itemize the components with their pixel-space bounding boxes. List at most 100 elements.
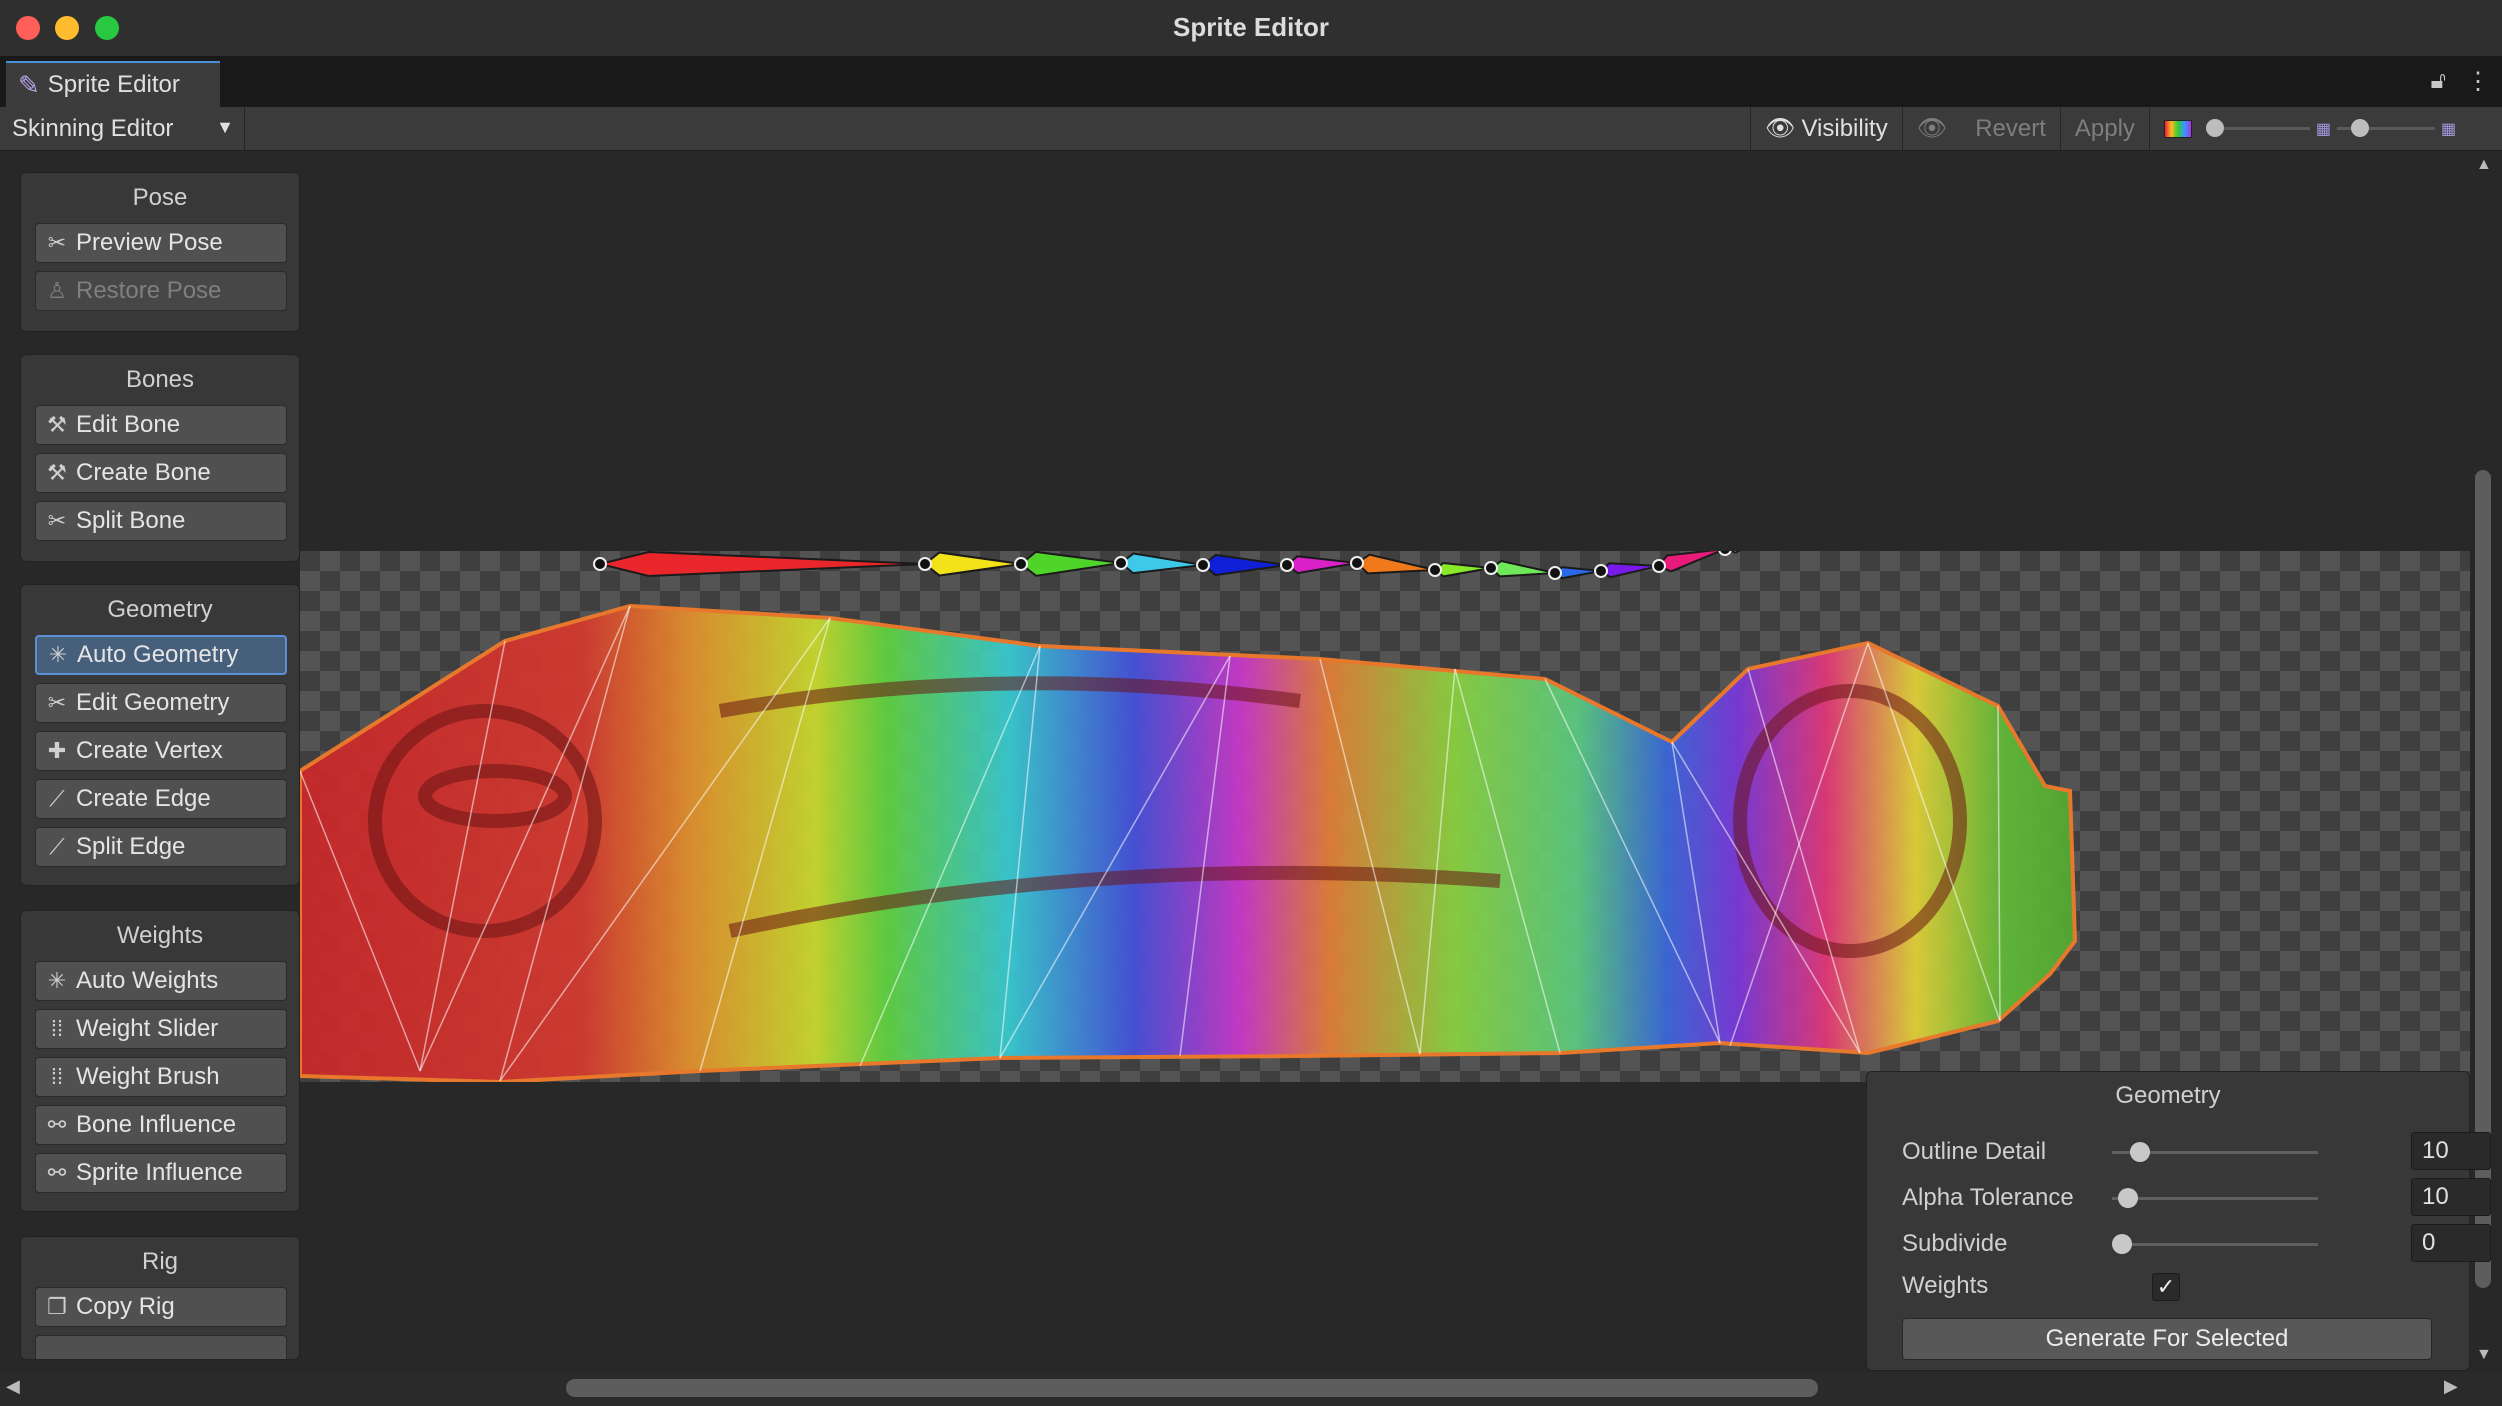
visibility-toggle-button[interactable]: 👁︎ <box>1901 107 1961 150</box>
bone-joint[interactable] <box>1014 557 1028 571</box>
eye-icon: 👁︎ <box>1916 115 1948 142</box>
bone-joint[interactable] <box>1428 563 1442 577</box>
sprite-influence-button[interactable]: ⚯ Sprite Influence <box>35 1153 287 1193</box>
tab-actions: 🔓︎ ⋮ <box>2430 67 2490 96</box>
split-edge-button[interactable]: ⟋ Split Edge <box>35 827 287 867</box>
edit-bone-icon: ⚒ <box>47 412 67 437</box>
panel-title: Rig <box>141 1248 178 1275</box>
visibility-button[interactable]: 👁︎ Visibility <box>1750 107 1902 150</box>
auto-geometry-button[interactable]: ✳ Auto Geometry <box>35 635 287 675</box>
checkmark-icon: ✓ <box>2156 1274 2176 1299</box>
bone-joint[interactable] <box>918 557 932 571</box>
split-edge-icon: ⟋ <box>49 834 65 859</box>
checkerboard-icon: ▦ <box>2315 120 2332 138</box>
alpha-tolerance-slider[interactable] <box>2112 1178 2318 1218</box>
subdivide-field[interactable] <box>2411 1224 2491 1262</box>
outline-detail-slider[interactable] <box>2112 1132 2318 1172</box>
color-mode-button[interactable] <box>2148 107 2206 150</box>
window-title: Sprite Editor <box>1172 12 1329 42</box>
panel-title: Weights <box>116 922 204 949</box>
weights-label: Weights <box>1902 1272 1989 1299</box>
bone-joint[interactable] <box>1652 559 1666 573</box>
panel-title: Bones <box>125 366 195 393</box>
bone-joint[interactable] <box>593 557 607 571</box>
mode-dropdown[interactable]: Skinning Editor ▼ <box>0 107 245 150</box>
bone-joint[interactable] <box>1196 558 1210 572</box>
panel-title: Geometry <box>107 596 213 623</box>
restore-pose-button[interactable]: ♙ Restore Pose <box>35 271 287 311</box>
split-bone-icon: ✂ <box>47 508 67 533</box>
bone-joint[interactable] <box>1484 561 1498 575</box>
bone-joint[interactable] <box>1280 558 1294 572</box>
edit-geometry-button[interactable]: ✂ Edit Geometry <box>35 683 287 723</box>
horizontal-scroll-thumb[interactable] <box>566 1379 1818 1397</box>
scroll-left-icon[interactable]: ◀ <box>6 1376 20 1397</box>
weight-slider-button[interactable]: ⁞⁞ Weight Slider <box>35 1009 287 1049</box>
bone-joint[interactable] <box>1718 551 1732 556</box>
color-swatch-icon <box>2163 119 2192 138</box>
copy-icon: ❐ <box>47 1294 67 1319</box>
geometry-settings-title: Geometry <box>2115 1082 2221 1109</box>
subdivide-label: Subdivide <box>1902 1230 2008 1257</box>
restore-pose-icon: ♙ <box>47 278 67 303</box>
scroll-up-icon[interactable]: ▲ <box>2476 156 2492 174</box>
weight-brush-icon: ⁞⁞ <box>50 1064 64 1089</box>
alpha-tolerance-field[interactable] <box>2411 1178 2491 1216</box>
weights-checkbox[interactable]: ✓ <box>2152 1273 2180 1301</box>
sprite-influence-icon: ⚯ <box>47 1160 67 1185</box>
more-options-icon[interactable]: ⋮ <box>2466 67 2490 96</box>
copy-rig-button[interactable]: ❐ Copy Rig <box>35 1287 287 1327</box>
scroll-right-icon[interactable]: ▶ <box>2444 1376 2458 1397</box>
sprite-editor-icon: ✎ <box>18 69 40 100</box>
split-bone-button[interactable]: ✂ Split Bone <box>35 501 287 541</box>
bone-influence-icon: ⚯ <box>47 1112 67 1137</box>
alpha-tolerance-row: Alpha Tolerance <box>1902 1178 2491 1218</box>
horizontal-scrollbar[interactable]: ◀ ▶ <box>0 1372 2502 1406</box>
bone-influence-button[interactable]: ⚯ Bone Influence <box>35 1105 287 1145</box>
create-bone-button[interactable]: ⚒ Create Bone <box>35 453 287 493</box>
edit-bone-button[interactable]: ⚒ Edit Bone <box>35 405 287 445</box>
generate-for-selected-button[interactable]: Generate For Selected <box>1902 1318 2432 1360</box>
create-vertex-icon: ✚ <box>47 738 67 763</box>
zoom-slider[interactable] <box>2331 107 2441 150</box>
auto-weights-icon: ✳ <box>47 968 67 993</box>
create-bone-icon: ⚒ <box>47 460 67 485</box>
brightness-slider[interactable] <box>2205 107 2316 150</box>
bone-joint[interactable] <box>1548 566 1562 580</box>
geometry-tools-panel: Geometry ✳ Auto Geometry ✂ Edit Geometry… <box>20 584 300 886</box>
outline-detail-label: Outline Detail <box>1902 1138 2047 1165</box>
subdivide-row: Subdivide <box>1902 1224 2491 1264</box>
tab-label: Sprite Editor <box>47 71 180 98</box>
outline-detail-field[interactable] <box>2411 1132 2491 1170</box>
weight-slider-icon: ⁞⁞ <box>50 1016 64 1041</box>
bone-joint[interactable] <box>1594 564 1608 578</box>
create-edge-icon: ⟋ <box>49 786 65 811</box>
paste-rig-button[interactable] <box>35 1335 287 1359</box>
mode-dropdown-label: Skinning Editor <box>12 114 174 142</box>
bone-joint[interactable] <box>1114 556 1128 570</box>
weight-brush-button[interactable]: ⁞⁞ Weight Brush <box>35 1057 287 1097</box>
apply-button[interactable]: Apply <box>2059 107 2149 150</box>
tab-sprite-editor[interactable]: ✎ Sprite Editor <box>6 61 220 107</box>
revert-button[interactable]: Revert <box>1961 107 2060 150</box>
create-edge-button[interactable]: ⟋ Create Edge <box>35 779 287 819</box>
weights-row: Weights ✓ <box>1902 1266 2442 1306</box>
scroll-down-icon[interactable]: ▼ <box>2476 1346 2492 1364</box>
toolbar-right: 👁︎ Visibility 👁︎ Revert Apply ▦ ▦ <box>1750 107 2456 150</box>
auto-geometry-icon: ✳ <box>48 642 68 667</box>
panel-title: Pose <box>132 184 188 211</box>
chevron-down-icon: ▼ <box>216 117 234 137</box>
preview-pose-button[interactable]: ✂ Preview Pose <box>35 223 287 263</box>
geometry-settings-panel: Geometry Outline Detail Alpha Tolerance … <box>1866 1071 2491 1371</box>
bone-joint[interactable] <box>1350 556 1364 570</box>
preview-pose-icon: ✂ <box>47 230 67 255</box>
create-vertex-button[interactable]: ✚ Create Vertex <box>35 731 287 771</box>
auto-weights-button[interactable]: ✳ Auto Weights <box>35 961 287 1001</box>
subdivide-slider[interactable] <box>2112 1224 2318 1264</box>
pose-panel: Pose ✂ Preview Pose ♙ Restore Pose <box>20 172 300 332</box>
weights-panel: Weights ✳ Auto Weights ⁞⁞ Weight Slider … <box>20 910 300 1212</box>
visibility-label: Visibility <box>1801 114 1888 142</box>
lock-icon[interactable]: 🔓︎ <box>2430 67 2446 96</box>
sprite-canvas[interactable] <box>300 551 2470 1082</box>
sprite-mesh-outline <box>300 603 2078 1082</box>
